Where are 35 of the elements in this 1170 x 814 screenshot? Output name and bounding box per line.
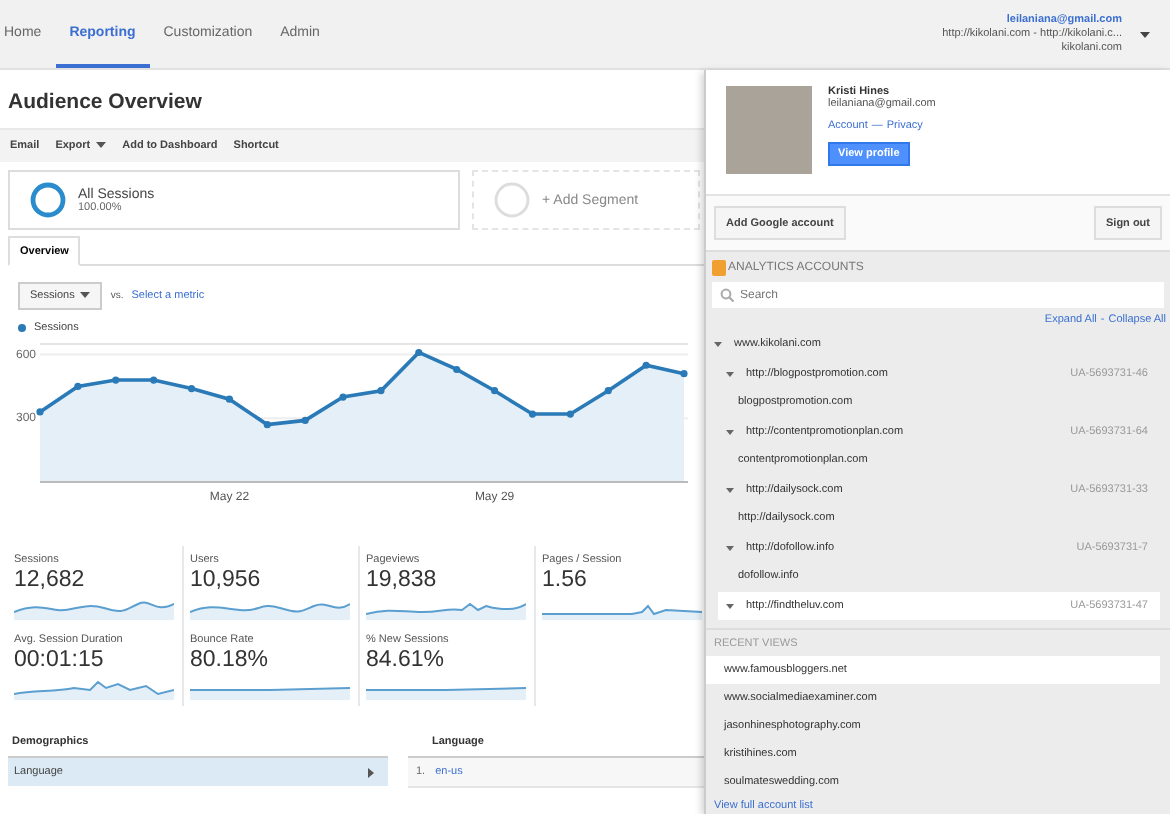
data-point xyxy=(225,395,233,403)
metric-value: 19,838 xyxy=(366,566,439,594)
metric-value: 80.18% xyxy=(190,646,271,674)
caret-icon xyxy=(96,142,107,149)
metric-value: 84.61% xyxy=(366,646,447,674)
search-icon xyxy=(720,288,734,302)
data-point xyxy=(566,410,574,418)
metric-value: 12,682 xyxy=(14,566,87,594)
data-point xyxy=(150,376,158,384)
data-point xyxy=(680,370,688,378)
metric-value: 10,956 xyxy=(190,566,263,594)
metric-value: 1.56 xyxy=(542,566,589,594)
analytics-icon xyxy=(712,260,726,276)
data-point xyxy=(415,348,423,357)
page-title: Audience Overview xyxy=(6,88,204,118)
chevron-icon xyxy=(368,767,374,777)
data-point xyxy=(187,385,196,393)
data-point xyxy=(36,408,44,416)
data-point xyxy=(263,421,271,429)
segment-ring-icon xyxy=(30,182,66,218)
data-point xyxy=(74,382,82,391)
data-point xyxy=(339,393,347,401)
data-point xyxy=(528,410,537,418)
segment-ring-icon xyxy=(494,182,530,218)
data-point xyxy=(604,387,612,395)
data-point xyxy=(377,387,385,395)
caret-icon xyxy=(80,292,91,299)
metric-value: 00:01:15 xyxy=(14,646,106,674)
data-point xyxy=(453,365,461,374)
data-point xyxy=(642,361,650,369)
caret-icon xyxy=(1140,31,1150,37)
data-point xyxy=(491,387,499,395)
photo-placeholder xyxy=(726,86,812,174)
data-point xyxy=(301,416,309,425)
data-point xyxy=(112,376,120,384)
